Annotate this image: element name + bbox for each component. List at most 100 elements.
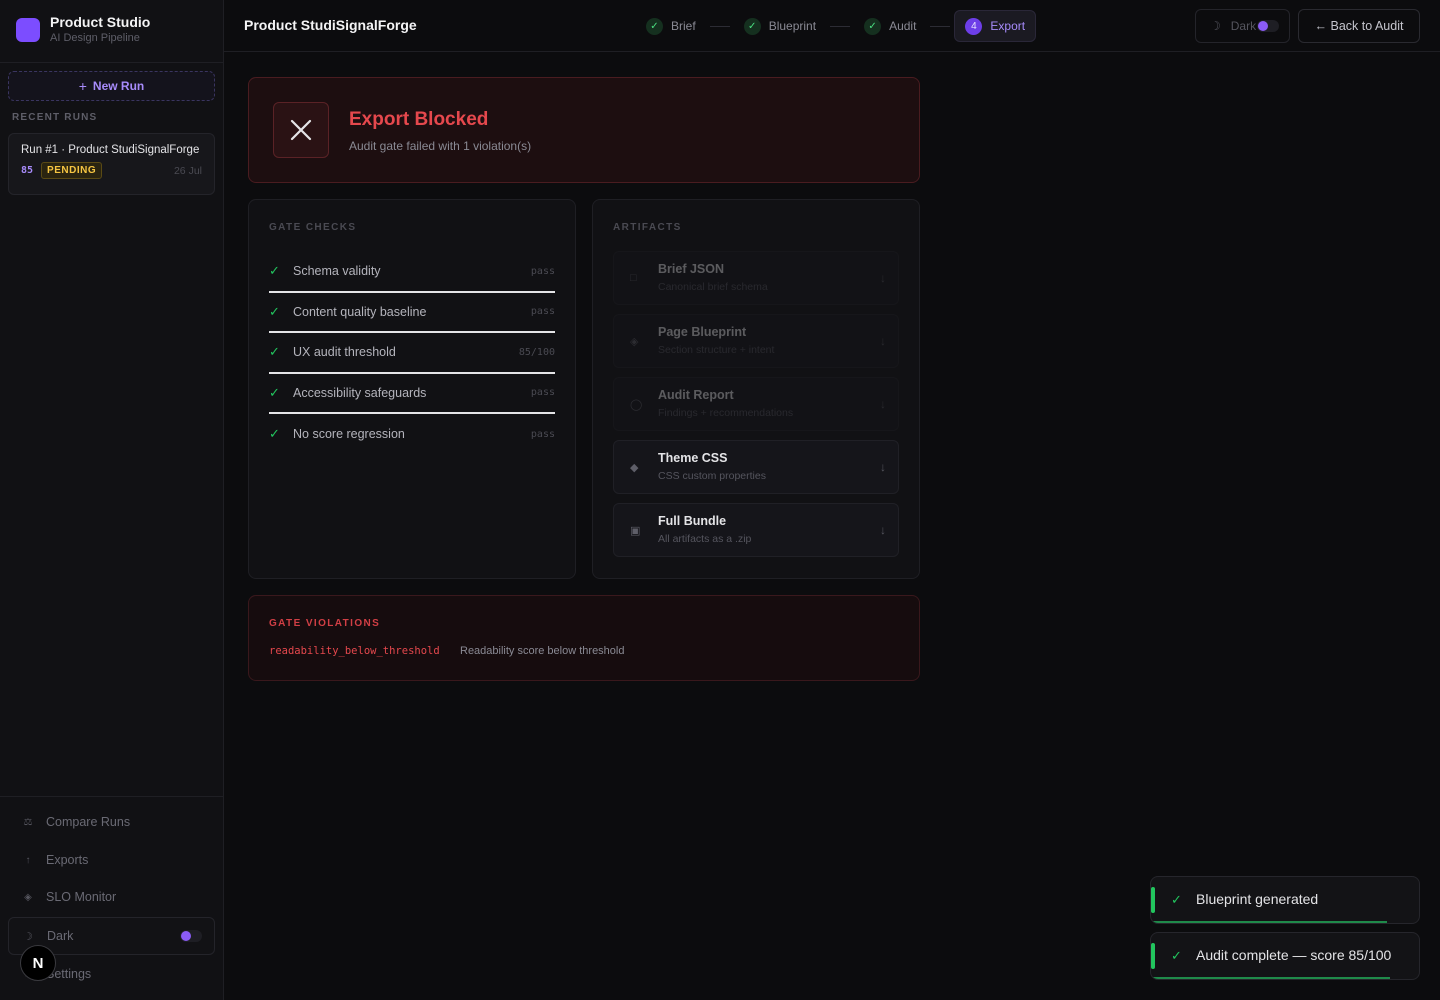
step-blueprint[interactable]: ✓ Blueprint bbox=[734, 10, 826, 42]
artifact-name: Audit Report bbox=[658, 388, 734, 402]
check-name: No score regression bbox=[293, 427, 405, 442]
export-blocked-banner: Export Blocked Audit gate failed with 1 … bbox=[248, 77, 920, 183]
arrow-up-icon: ↑ bbox=[25, 854, 31, 866]
toast-accent bbox=[1151, 887, 1155, 913]
check-name: Content quality baseline bbox=[293, 304, 427, 319]
artifact-desc: Canonical brief schema bbox=[658, 281, 768, 293]
brand: Product Studio AI Design Pipeline bbox=[16, 14, 150, 45]
check-status: pass bbox=[530, 387, 555, 399]
run-date: 26 Jul bbox=[173, 164, 202, 177]
report-icon: ◯ bbox=[630, 399, 643, 411]
artifact-desc: All artifacts as a .zip bbox=[658, 533, 752, 545]
check-icon: ✓ bbox=[743, 17, 761, 35]
step-export[interactable]: 4 Export bbox=[954, 10, 1037, 42]
download-icon[interactable]: ↓ bbox=[880, 460, 886, 474]
step-label: Audit bbox=[889, 19, 917, 33]
toast-accent bbox=[1151, 943, 1155, 969]
download-icon[interactable]: ↓ bbox=[880, 271, 886, 285]
artifact-desc: Section structure + intent bbox=[658, 344, 775, 356]
toast-message: Audit complete — score 85/100 bbox=[1196, 947, 1392, 963]
step-connector bbox=[930, 25, 951, 27]
check-icon: ✓ bbox=[864, 17, 882, 35]
step-label: Export bbox=[990, 19, 1026, 33]
brand-subtitle: AI Design Pipeline bbox=[50, 32, 140, 44]
nav-slo-monitor[interactable]: ◈ SLO Monitor bbox=[8, 880, 215, 914]
check-icon: ✓ bbox=[269, 344, 280, 360]
toast-progress bbox=[1151, 977, 1390, 979]
artifact-desc: CSS custom properties bbox=[658, 470, 766, 482]
moon-icon: ☽ bbox=[23, 930, 33, 943]
check-status: pass bbox=[530, 306, 555, 318]
theme-toggle-button[interactable]: ☽ Dark bbox=[1195, 9, 1290, 43]
nav-compare-runs[interactable]: ⚖ Compare Runs bbox=[8, 805, 215, 839]
list-item: ✓ Content quality baseline pass bbox=[269, 293, 555, 333]
theme-toggle[interactable] bbox=[1257, 20, 1279, 32]
artifact-brief-json[interactable]: □ Brief JSON Canonical brief schema ↓ bbox=[613, 251, 899, 305]
gate-violations-heading: GATE VIOLATIONS bbox=[269, 618, 381, 629]
run-score: 85 bbox=[21, 165, 34, 176]
step-brief[interactable]: ✓ Brief bbox=[636, 10, 706, 42]
status-badge: PENDING bbox=[41, 162, 103, 179]
new-run-button[interactable]: + New Run bbox=[8, 71, 215, 101]
artifact-name: Full Bundle bbox=[658, 514, 727, 528]
plus-icon: + bbox=[78, 78, 87, 94]
blocked-subtitle: Audit gate failed with 1 violation(s) bbox=[349, 139, 532, 153]
violation-code: readability_below_threshold bbox=[269, 645, 440, 657]
artifact-theme-css[interactable]: ◆ Theme CSS CSS custom properties ↓ bbox=[613, 440, 899, 494]
download-icon[interactable]: ↓ bbox=[880, 334, 886, 348]
toggle-knob bbox=[1258, 21, 1268, 31]
back-to-audit-button[interactable]: ← Back to Audit bbox=[1298, 9, 1420, 43]
artifact-audit-report[interactable]: ◯ Audit Report Findings + recommendation… bbox=[613, 377, 899, 431]
artifact-full-bundle[interactable]: ▣ Full Bundle All artifacts as a .zip ↓ bbox=[613, 503, 899, 557]
artifact-name: Theme CSS bbox=[658, 451, 728, 465]
moon-icon: ☽ bbox=[1210, 19, 1221, 33]
sidebar: Product Studio AI Design Pipeline + New … bbox=[0, 0, 224, 1000]
toast-message: Blueprint generated bbox=[1196, 891, 1319, 907]
step-label: Blueprint bbox=[768, 19, 817, 33]
run-title: Run #1 · Product StudiSignalForge bbox=[21, 144, 200, 156]
check-status: pass bbox=[530, 428, 555, 440]
check-icon: ✓ bbox=[1171, 892, 1182, 907]
gate-checks-list: ✓ Schema validity pass ✓ Content quality… bbox=[269, 252, 555, 455]
step-label: Brief bbox=[671, 19, 696, 33]
run-card[interactable]: Run #1 · Product StudiSignalForge 85 PEN… bbox=[8, 133, 215, 195]
recent-runs-heading: RECENT RUNS bbox=[12, 112, 98, 123]
theme-toggle[interactable] bbox=[180, 930, 202, 942]
sidebar-divider bbox=[0, 62, 224, 63]
download-icon[interactable]: ↓ bbox=[880, 523, 886, 537]
step-connector bbox=[709, 25, 730, 27]
artifact-desc: Findings + recommendations bbox=[658, 407, 794, 419]
check-icon: ✓ bbox=[269, 384, 280, 400]
list-item: ✓ Schema validity pass bbox=[269, 252, 555, 293]
artifacts-panel: ARTIFACTS □ Brief JSON Canonical brief s… bbox=[592, 199, 920, 579]
sidebar-divider bbox=[0, 796, 224, 797]
new-run-label: New Run bbox=[92, 79, 145, 93]
check-icon: ✓ bbox=[646, 17, 663, 35]
dev-tools-badge[interactable]: N bbox=[20, 945, 56, 981]
gate-violations-panel: GATE VIOLATIONS readability_below_thresh… bbox=[248, 595, 920, 681]
archive-icon: ▣ bbox=[630, 525, 641, 537]
theme-label: Dark bbox=[47, 929, 74, 943]
check-icon: ✓ bbox=[269, 263, 280, 279]
stepper: ✓ Brief ✓ Blueprint ✓ Audit 4 Export bbox=[636, 10, 1037, 42]
check-icon: ✓ bbox=[269, 426, 280, 442]
violation-desc: Readability score below threshold bbox=[460, 645, 625, 657]
page-title: Product StudiSignalForge bbox=[244, 17, 417, 33]
artifact-page-blueprint[interactable]: ◈ Page Blueprint Section structure + int… bbox=[613, 314, 899, 368]
scale-icon: ⚖ bbox=[23, 816, 33, 828]
toast-notification[interactable]: ✓ Blueprint generated bbox=[1150, 876, 1420, 924]
check-status: pass bbox=[530, 265, 555, 277]
check-icon: ✓ bbox=[1171, 948, 1182, 963]
nav-label: SLO Monitor bbox=[46, 890, 117, 904]
step-number: 4 bbox=[965, 17, 983, 35]
step-connector bbox=[830, 25, 851, 27]
diamond-icon: ◆ bbox=[630, 462, 639, 474]
list-item: ✓ Accessibility safeguards pass bbox=[269, 374, 555, 414]
toast-notification[interactable]: ✓ Audit complete — score 85/100 bbox=[1150, 932, 1420, 980]
download-icon[interactable]: ↓ bbox=[880, 397, 886, 411]
step-audit[interactable]: ✓ Audit bbox=[854, 10, 926, 42]
nav-exports[interactable]: ↑ Exports bbox=[8, 843, 215, 877]
nav-label: Exports bbox=[46, 853, 89, 867]
blocked-title: Export Blocked bbox=[349, 109, 489, 130]
artifacts-heading: ARTIFACTS bbox=[613, 222, 682, 233]
